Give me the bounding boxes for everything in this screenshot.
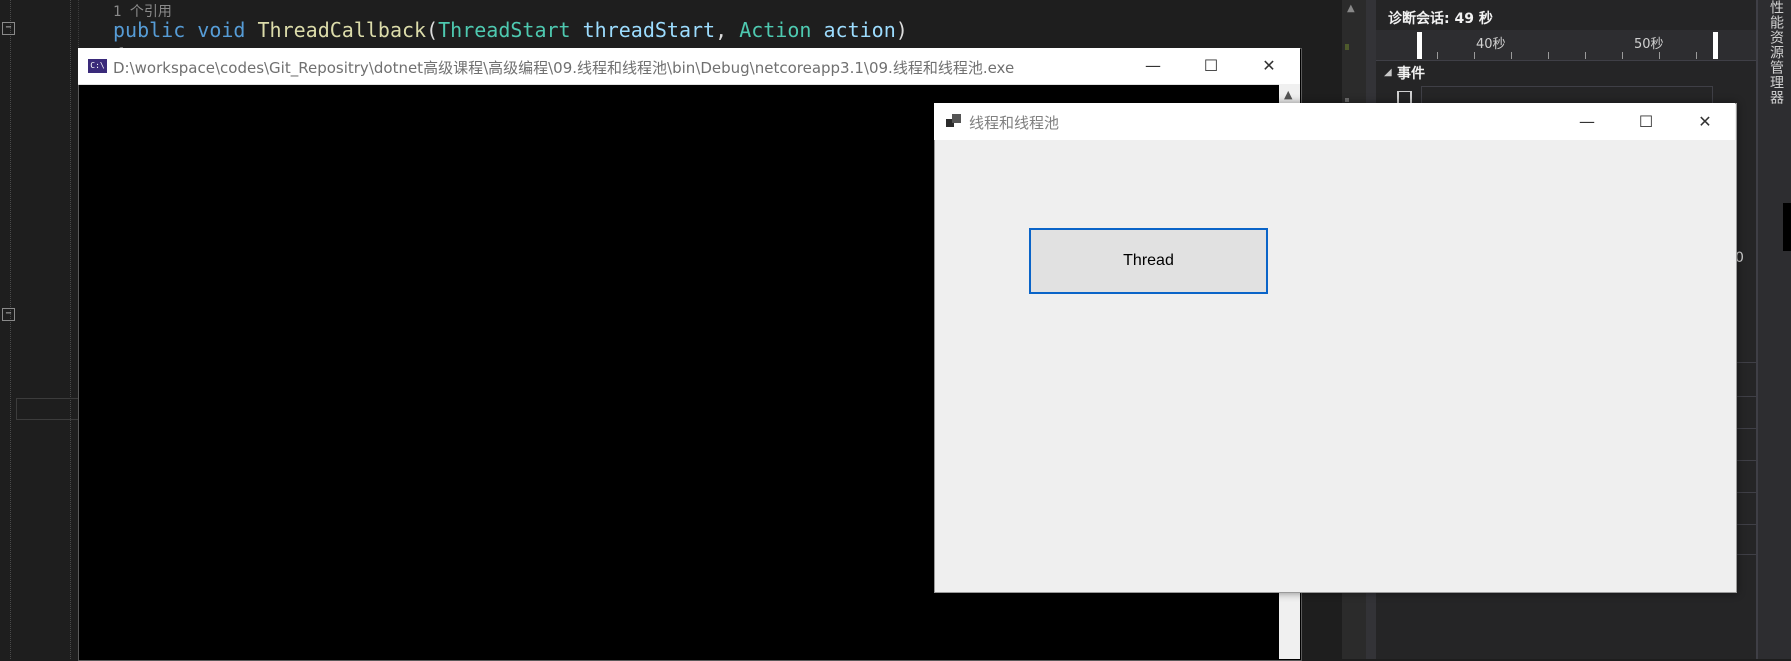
scroll-up-arrow-icon[interactable]: ▲ <box>1347 3 1355 14</box>
thread-button[interactable]: Thread <box>1029 228 1268 294</box>
performance-explorer-tab[interactable]: 性能资源管理器 <box>1764 0 1786 105</box>
gutter-guide-line <box>10 0 11 659</box>
timeline-tick <box>1474 52 1475 59</box>
paren-open: ( <box>426 18 439 42</box>
gutter-guide-line <box>70 0 71 659</box>
form-app-icon <box>946 114 962 128</box>
diagnostic-session-label: 诊断会话: 49 秒 <box>1388 11 1493 27</box>
timeline-tick <box>1585 52 1586 59</box>
console-maximize-button[interactable]: ☐ <box>1182 48 1240 84</box>
param-threadstart: threadStart <box>582 18 716 42</box>
timeline-tick <box>1511 52 1512 59</box>
form-window <box>934 103 1737 593</box>
paren-close: ) <box>895 18 908 42</box>
console-app-icon: C:\ <box>88 59 107 73</box>
timeline-tick <box>1659 52 1660 59</box>
events-section-title[interactable]: 事件 <box>1397 63 1425 83</box>
comma: , <box>715 18 728 42</box>
param-type-action: Action <box>739 18 812 42</box>
collapsed-tool-tab[interactable] <box>1783 203 1791 251</box>
timeline-label-50s: 50秒 <box>1634 37 1664 52</box>
console-minimize-button[interactable]: — <box>1124 48 1182 84</box>
keyword-void: void <box>197 18 246 42</box>
timeline-tick <box>1437 52 1438 59</box>
form-minimize-button[interactable]: — <box>1558 103 1616 140</box>
form-close-button[interactable]: ✕ <box>1676 103 1734 140</box>
current-line-highlight <box>16 398 80 420</box>
method-signature-line: public void ThreadCallback(ThreadStart t… <box>113 18 908 42</box>
timeline-tick <box>1548 52 1549 59</box>
timeline-tick <box>1622 52 1623 59</box>
param-type-threadstart: ThreadStart <box>438 18 571 42</box>
fold-collapse-icon[interactable]: − <box>2 22 15 35</box>
editor-gutter: − − <box>0 0 80 659</box>
keyword-public: public <box>113 18 186 42</box>
timeline-range-start-handle[interactable] <box>1417 32 1422 59</box>
collapse-triangle-icon[interactable]: ◢ <box>1384 67 1392 78</box>
form-maximize-button[interactable]: ☐ <box>1617 103 1675 140</box>
form-window-title: 线程和线程池 <box>969 114 1060 132</box>
timeline-range-end-handle[interactable] <box>1713 32 1718 59</box>
console-window-title: D:\workspace\codes\Git_Repositry\dotnet高… <box>113 59 1015 77</box>
console-close-button[interactable]: ✕ <box>1240 48 1298 84</box>
timeline-label-40s: 40秒 <box>1476 37 1506 52</box>
diagnostic-timeline[interactable] <box>1376 30 1756 61</box>
scroll-up-arrow-icon[interactable]: ▲ <box>1284 88 1292 101</box>
fold-collapse-icon[interactable]: − <box>2 308 15 321</box>
param-action: action <box>823 18 896 42</box>
method-name: ThreadCallback <box>257 18 427 42</box>
scroll-change-marker <box>1345 44 1349 50</box>
timeline-tick <box>1696 52 1697 59</box>
scroll-change-marker <box>1345 98 1349 102</box>
